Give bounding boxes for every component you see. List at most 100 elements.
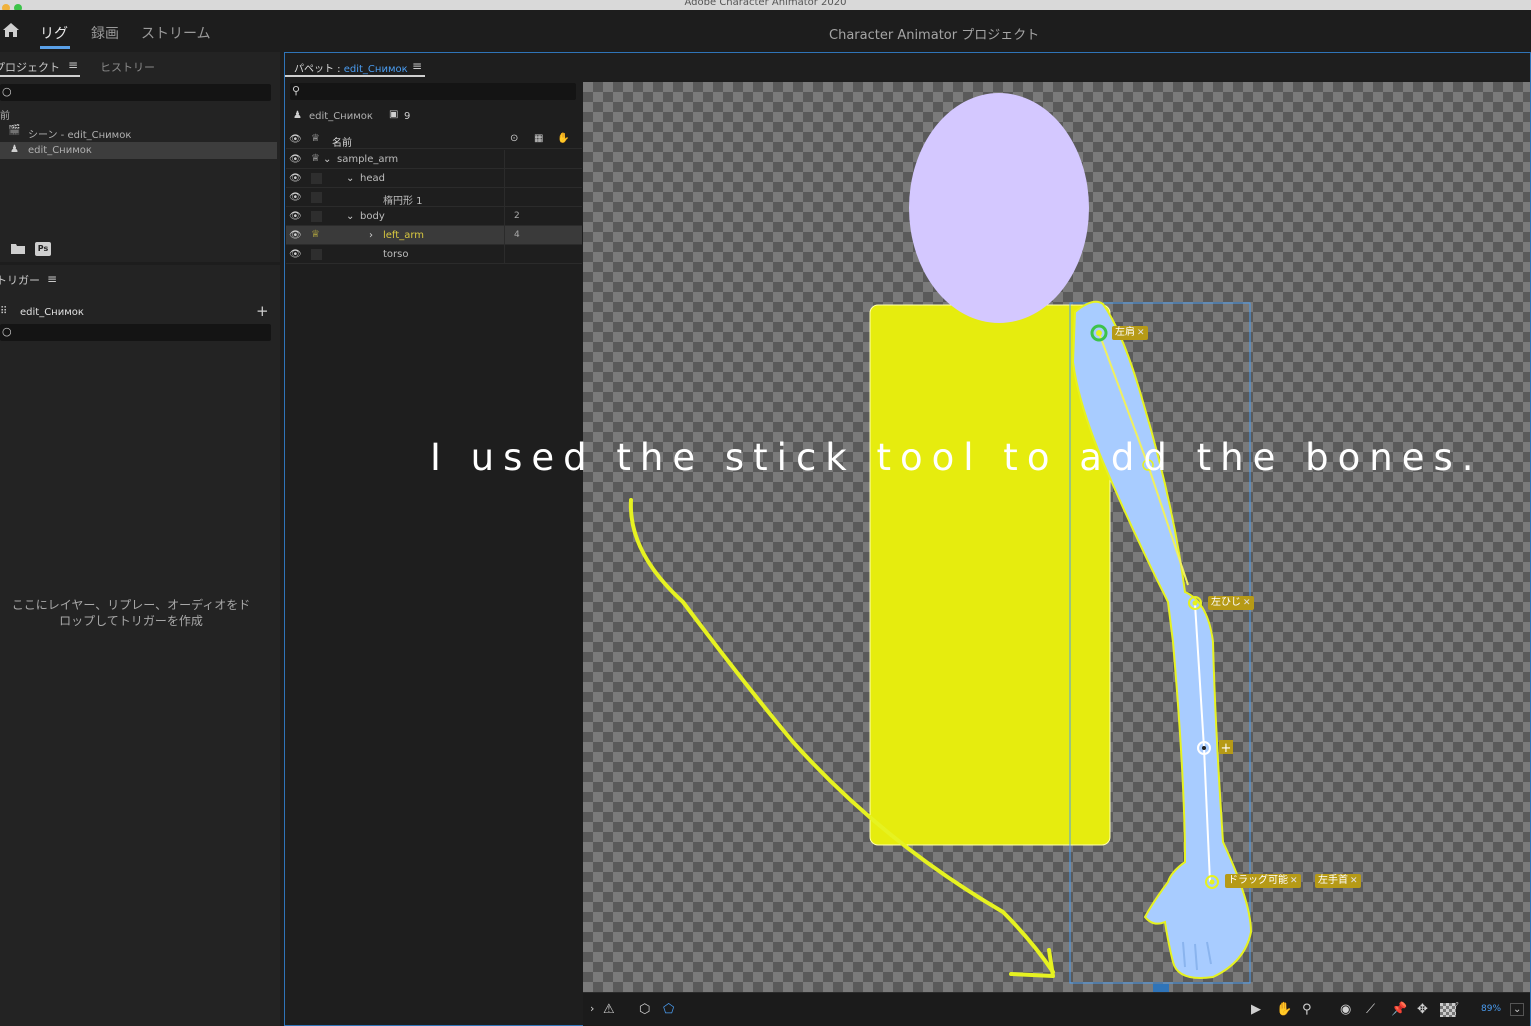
tab-stream[interactable]: ストリーム xyxy=(141,23,211,43)
layer-name: left_arm xyxy=(383,230,425,241)
expand-icon[interactable]: › xyxy=(590,1002,594,1015)
column-header-name[interactable]: 前 xyxy=(0,107,10,122)
puppet-icon: ♟ xyxy=(293,110,302,121)
folder-icon[interactable] xyxy=(10,242,26,255)
column-header-name[interactable]: 名前 xyxy=(332,134,352,149)
zoom-tool-icon[interactable]: ⚲ xyxy=(1302,1002,1312,1017)
tab-underline xyxy=(285,75,425,77)
tag-left-shoulder[interactable]: 左肩 ✕ xyxy=(1112,326,1148,340)
lock-toggle[interactable] xyxy=(311,192,322,203)
warning-icon[interactable]: ⚠ xyxy=(603,1002,615,1017)
head-ellipse[interactable] xyxy=(909,93,1089,323)
tab-record[interactable]: 録画 xyxy=(91,23,119,43)
lock-toggle[interactable] xyxy=(311,173,322,184)
window-titlebar: Adobe Character Animator 2020 xyxy=(0,0,1531,12)
close-icon[interactable]: ✕ xyxy=(1350,876,1358,886)
tab-rig[interactable]: リグ xyxy=(40,23,68,43)
layer-count: 4 xyxy=(514,230,520,240)
torso-shape[interactable] xyxy=(869,304,1111,846)
zoom-level[interactable]: 89% xyxy=(1481,1004,1501,1014)
lock-toggle[interactable] xyxy=(311,249,322,260)
photoshop-icon[interactable]: Ps xyxy=(35,242,51,256)
eye-icon[interactable]: 👁 xyxy=(289,173,302,184)
layer-row[interactable]: 👁 ♕ › left_arm 4 xyxy=(286,226,582,245)
project-search-input[interactable]: ○ xyxy=(0,84,271,101)
workspace-bar: リグ 録画 ストリーム Character Animator プロジェクト xyxy=(0,10,1531,52)
origin-marker[interactable] xyxy=(1153,984,1169,992)
lock-toggle[interactable] xyxy=(311,211,322,222)
panel-menu-icon[interactable]: ≡ xyxy=(68,58,78,72)
trigger-empty-message: ここにレイヤー、リプレー、オーディオをドロップしてトリガーを作成 xyxy=(11,598,251,628)
mesh-icon[interactable]: ⬡ xyxy=(639,1002,650,1017)
crown-icon[interactable]: ♕ xyxy=(311,153,320,164)
record-header-icon[interactable]: ⊙ xyxy=(510,133,518,144)
behavior-header-icon[interactable]: ▦ xyxy=(534,133,543,144)
close-icon[interactable]: ✕ xyxy=(1243,598,1251,608)
puppet-toolbar: › ⚠ ⬡ ⬠ ▶ ✋ ⚲ ◉ ⟋ 📌 ✥ 🖌 89% ⌄ xyxy=(583,992,1530,1026)
chevron-down-icon[interactable]: ⌄ xyxy=(323,154,331,165)
tab-puppet[interactable]: パペット : edit_Снимок xyxy=(294,60,408,75)
visibility-header-icon[interactable]: 👁 xyxy=(289,134,302,145)
panel-menu-icon[interactable]: ≡ xyxy=(412,59,422,73)
select-tool-icon[interactable]: ▶ xyxy=(1251,1002,1261,1017)
list-item-puppet[interactable]: ♟ edit_Снимок xyxy=(0,142,277,159)
add-trigger-button[interactable]: + xyxy=(256,302,269,320)
layer-row[interactable]: 👁 torso xyxy=(286,245,582,264)
trigger-puppet-name: edit_Снимок xyxy=(20,307,84,318)
close-icon[interactable]: ✕ xyxy=(1137,328,1145,338)
crown-icon[interactable]: ♕ xyxy=(311,229,320,240)
column-divider xyxy=(504,207,505,226)
layer-row[interactable]: 👁 ♕ ⌄ sample_arm xyxy=(286,150,582,169)
chevron-down-icon[interactable]: ⌄ xyxy=(346,173,354,184)
tab-project[interactable]: プロジェクト xyxy=(0,59,60,75)
trigger-search-input[interactable]: ○ xyxy=(0,324,271,341)
project-title: Character Animator プロジェクト xyxy=(829,28,1040,43)
layer-row[interactable]: 👁 ⌄ head xyxy=(286,169,582,188)
drag-handle-icon[interactable]: ⠿ xyxy=(0,306,7,317)
origin-tool-icon[interactable]: ◉ xyxy=(1340,1002,1351,1017)
zoom-dropdown-icon[interactable]: ⌄ xyxy=(1510,1003,1525,1016)
dragger-tool-icon[interactable]: ✥ xyxy=(1417,1002,1428,1017)
handle-count-icon: ▣ xyxy=(389,109,399,120)
eye-icon[interactable]: 👁 xyxy=(289,249,302,260)
chevron-down-icon[interactable]: ⌄ xyxy=(346,211,354,222)
crown-header-icon[interactable]: ♕ xyxy=(311,133,320,144)
layer-row[interactable]: 👁 楕円形 1 xyxy=(286,188,582,207)
layer-row[interactable]: 👁 ⌄ body 2 xyxy=(286,207,582,226)
layer-search-input[interactable]: ⚲ xyxy=(290,83,576,100)
handle-count: 9 xyxy=(404,111,411,122)
column-divider xyxy=(504,226,505,245)
layer-list-header: 👁 ♕ 名前 ⊙ ▦ ✋ xyxy=(286,130,582,149)
tab-history[interactable]: ヒストリー xyxy=(100,59,155,75)
eye-icon[interactable]: 👁 xyxy=(289,154,302,165)
puppet-canvas[interactable]: + xyxy=(583,82,1530,992)
eye-icon[interactable]: 👁 xyxy=(289,192,302,203)
eye-icon[interactable]: 👁 xyxy=(289,211,302,222)
hand-tool-icon[interactable]: ✋ xyxy=(1276,1002,1292,1017)
forearm-joint-center xyxy=(1202,746,1206,750)
panel-menu-icon[interactable]: ≡ xyxy=(47,272,57,286)
close-icon[interactable]: ✕ xyxy=(1290,876,1298,886)
tab-triggers[interactable]: トリガー xyxy=(0,272,40,288)
tag-left-elbow[interactable]: 左ひじ ✕ xyxy=(1208,596,1254,610)
hand-header-icon[interactable]: ✋ xyxy=(557,133,569,144)
tab-puppet-name: edit_Снимок xyxy=(343,64,408,75)
layer-name: sample_arm xyxy=(337,154,399,165)
puppet-artwork: + xyxy=(628,93,1253,992)
eye-icon[interactable]: 👁 xyxy=(289,230,302,241)
column-divider xyxy=(504,188,505,207)
add-handle-icon: + xyxy=(1221,741,1232,756)
search-icon: ○ xyxy=(2,85,12,98)
tag-label: ドラッグ可能 xyxy=(1228,875,1288,886)
outline-icon[interactable]: ⬠ xyxy=(663,1002,674,1017)
tag-left-wrist[interactable]: 左手首 ✕ xyxy=(1315,874,1361,888)
stick-tool-icon[interactable]: ⟋ xyxy=(1366,1002,1375,1017)
tab-underline xyxy=(0,75,80,77)
checker-icon[interactable] xyxy=(1440,1003,1456,1017)
home-icon[interactable] xyxy=(2,22,20,38)
chevron-right-icon[interactable]: › xyxy=(369,230,373,241)
active-tab-indicator xyxy=(40,46,70,49)
list-item-scene[interactable]: 🎬 シーン - edit_Снимок xyxy=(0,124,277,141)
tag-draggable[interactable]: ドラッグ可能 ✕ xyxy=(1225,874,1301,888)
pin-tool-icon[interactable]: 📌 xyxy=(1391,1002,1407,1017)
